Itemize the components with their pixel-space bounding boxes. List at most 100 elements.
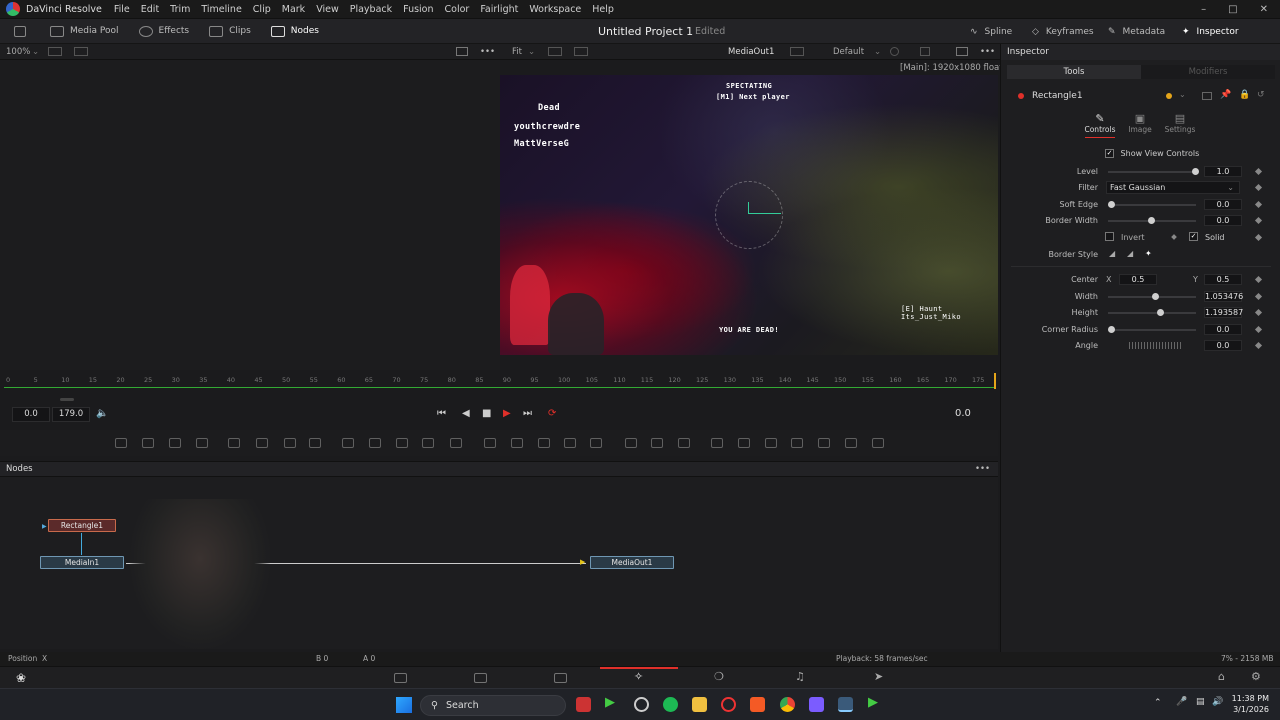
volume-icon[interactable]: 🔈 [96,408,108,419]
center-y-value[interactable]: 0.5 [1204,274,1242,285]
left-zoom-dropdown[interactable]: 100% [6,47,30,57]
chrome-icon[interactable] [780,697,795,712]
tool-version-icon[interactable] [1202,92,1212,100]
effects-button[interactable]: Effects [129,19,200,44]
menu-fusion[interactable]: Fusion [403,4,433,15]
nodes-options-icon[interactable]: ••• [975,462,990,477]
ellipse-mask-icon[interactable] [511,438,523,448]
speaker-icon[interactable]: 🔊 [1212,697,1223,707]
play-icon[interactable]: ▶ [503,408,511,419]
channel-icon[interactable] [369,438,381,448]
border-style-round-icon[interactable]: ◢ [1109,249,1115,258]
project-manager-home-icon[interactable]: ⌂ [1218,670,1225,683]
network-icon[interactable]: ▤ [1196,697,1205,707]
width-knob[interactable] [1151,293,1159,300]
menu-clip[interactable]: Clip [253,4,271,15]
subtab-controls[interactable]: ✎ Controls [1083,112,1117,134]
news-app-icon[interactable] [576,697,591,712]
node-media-out[interactable]: MediaOut1 [590,556,674,569]
loop-icon[interactable]: ⟳ [548,408,556,419]
menu-edit[interactable]: Edit [141,4,159,15]
menu-fairlight[interactable]: Fairlight [480,4,518,15]
color-page-icon[interactable]: ❍ [714,670,724,683]
border-style-miter-icon[interactable]: ✦ [1145,249,1152,258]
border-style-bevel-icon[interactable]: ◢ [1127,249,1133,258]
fusion-page-icon[interactable]: ✧ [634,670,643,683]
angle-thumbwheel[interactable] [1129,342,1181,349]
invert-checkbox[interactable] [1105,232,1114,241]
reverse-play-icon[interactable]: ◀ [462,408,470,419]
grid-icon[interactable] [920,47,930,56]
shape-icon[interactable] [711,438,723,448]
tool-color-icon[interactable] [1166,93,1172,99]
keyframe-icon[interactable] [1254,341,1263,350]
level-slider[interactable] [1108,168,1199,175]
tab-tools[interactable]: Tools [1007,65,1141,79]
left-viewer[interactable] [0,60,500,370]
light-icon[interactable] [791,438,803,448]
fairlight-page-icon[interactable]: ♫ [795,670,805,683]
streaming-app2-icon[interactable]: ▶ [868,695,883,710]
start-time-field[interactable]: 0.0 [12,407,50,422]
blur-icon[interactable] [309,438,321,448]
dual-viewer-icon[interactable] [956,47,968,56]
keyframes-button[interactable]: ◇ Keyframes [1032,19,1094,44]
keyframe-icon[interactable] [1254,200,1263,209]
width-slider[interactable] [1108,293,1196,300]
tracker-icon[interactable] [625,438,637,448]
merge3d-icon[interactable] [872,438,884,448]
border-width-slider[interactable] [1108,217,1196,224]
viewer-options-icon[interactable]: ••• [980,47,995,57]
cut-page-icon[interactable] [474,673,487,683]
menu-color[interactable]: Color [445,4,470,15]
fit-dropdown[interactable]: Fit [512,47,522,57]
pin-icon[interactable]: 📌 [1220,90,1231,100]
close-icon[interactable]: ✕ [1260,4,1268,15]
menu-trim[interactable]: Trim [170,4,190,15]
lut-dropdown[interactable]: Default [833,47,864,57]
spotify-icon[interactable] [663,697,678,712]
crop-icon[interactable] [422,438,434,448]
resize-icon[interactable] [450,438,462,448]
keyframe-icon[interactable] [1171,234,1177,240]
playhead[interactable] [994,373,996,389]
filter-dropdown[interactable]: Fast Gaussian ⌄ [1106,181,1240,194]
paint-icon[interactable] [196,438,208,448]
maximize-icon[interactable]: □ [1228,4,1237,15]
end-time-field[interactable]: 179.0 [52,407,90,422]
camera-icon[interactable] [818,438,830,448]
border-width-knob[interactable] [1148,217,1156,224]
center-x-value[interactable]: 0.5 [1119,274,1157,285]
menu-workspace[interactable]: Workspace [529,4,581,15]
stop-icon[interactable]: ■ [482,408,491,419]
image-plane-icon[interactable] [142,438,154,448]
bspline-mask-icon[interactable] [564,438,576,448]
minimize-icon[interactable]: – [1201,4,1206,15]
color-picker-icon[interactable] [890,47,899,56]
shape3d-icon[interactable] [845,438,857,448]
brightness-icon[interactable] [284,438,296,448]
menu-mark[interactable]: Mark [282,4,305,15]
tab-modifiers[interactable]: Modifiers [1141,65,1275,79]
reset-icon[interactable]: ↺ [1257,90,1265,100]
main-viewer[interactable]: Dead youthcrewdre MattVerseG SPECTATING … [500,75,998,355]
menu-timeline[interactable]: Timeline [201,4,241,15]
keyframe-icon[interactable] [1254,308,1263,317]
lock-icon[interactable]: 🔒 [1239,90,1250,100]
menu-view[interactable]: View [316,4,339,15]
go-to-end-icon[interactable]: ⏭ [523,408,532,419]
davinci-resolve-task-icon[interactable] [838,697,853,712]
viewer-channel-icon[interactable] [790,47,804,56]
obs-app-icon[interactable] [634,697,649,712]
corner-radius-slider[interactable] [1108,326,1196,333]
bitmap-mask-icon[interactable] [590,438,602,448]
node-media-in[interactable]: MediaIn1 [40,556,124,569]
opera-icon[interactable] [721,697,736,712]
height-knob[interactable] [1156,309,1164,316]
menu-file[interactable]: File [114,4,130,15]
single-viewer-icon[interactable] [456,47,468,56]
timeline-ruler[interactable]: 0 5 10 15 20 25 30 35 40 45 50 55 60 65 70 75 80 85 90 95 10… [0,371,998,391]
node-rectangle[interactable]: Rectangle1 [48,519,116,532]
deliver-page-icon[interactable]: ➤ [874,670,883,683]
menu-help[interactable]: Help [592,4,614,15]
